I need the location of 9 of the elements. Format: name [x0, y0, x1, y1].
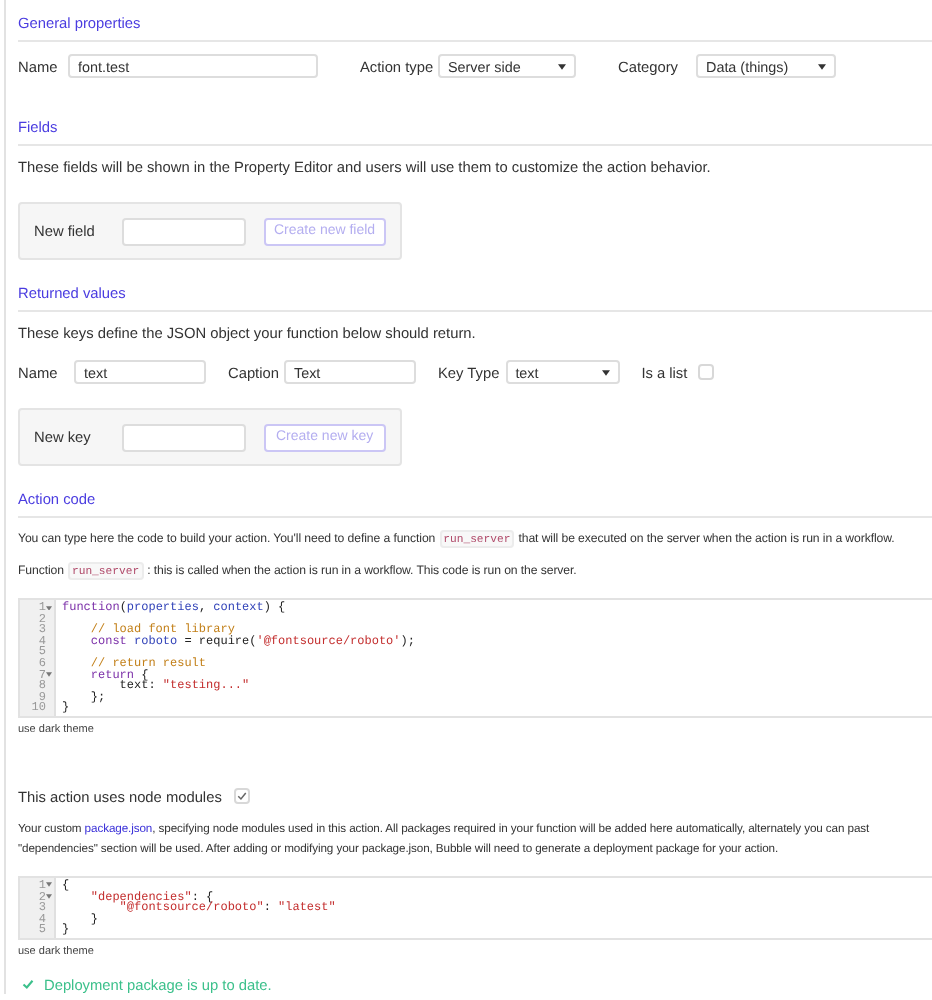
fold-icon[interactable] [46, 879, 54, 892]
checkmark-icon [22, 978, 34, 991]
input-field[interactable] [121, 217, 246, 245]
caret-icon [601, 369, 610, 375]
input-field[interactable] [121, 423, 246, 451]
checkbox[interactable] [234, 788, 250, 805]
caret-icon [558, 63, 566, 69]
caret-icon [818, 63, 826, 69]
checkbox[interactable] [697, 364, 714, 380]
